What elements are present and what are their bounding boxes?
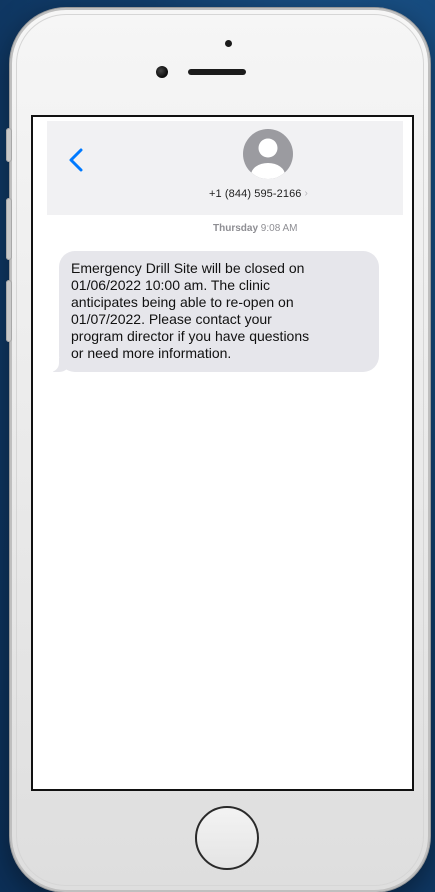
phone-frame: +1 (844) 595-2166 › Thursday 9:08 AM Eme… xyxy=(6,8,430,892)
message-line: Emergency Drill Site will be closed on xyxy=(71,260,305,276)
message-timestamp: Thursday 9:08 AM xyxy=(213,223,298,234)
message-line: 01/06/2022 10:00 am. The clinic xyxy=(71,277,270,293)
messages-screen: +1 (844) 595-2166 › Thursday 9:08 AM Eme… xyxy=(31,115,414,791)
volume-down-button xyxy=(6,280,12,342)
timestamp-time: 9:08 AM xyxy=(260,223,298,234)
contact-phone-number: +1 (844) 595-2166 xyxy=(209,188,302,200)
chevron-right-icon: › xyxy=(304,188,308,199)
chevron-left-icon[interactable] xyxy=(67,147,85,173)
message-line: or need more information. xyxy=(71,345,232,361)
timestamp-day: Thursday xyxy=(213,223,259,234)
earpiece-speaker xyxy=(188,69,246,75)
home-button[interactable] xyxy=(195,806,259,870)
message-line: 01/07/2022. Please contact your xyxy=(71,311,272,327)
proximity-sensor xyxy=(225,40,232,47)
mute-switch xyxy=(6,128,12,162)
front-camera xyxy=(156,66,168,78)
volume-up-button xyxy=(6,198,12,260)
incoming-message-bubble[interactable]: Emergency Drill Site will be closed on 0… xyxy=(59,251,379,372)
conversation-header: +1 (844) 595-2166 › xyxy=(47,121,403,215)
message-line: anticipates being able to re-open on xyxy=(71,294,294,310)
message-line: program director if you have questions xyxy=(71,328,310,344)
person-icon[interactable] xyxy=(243,129,293,179)
contact-name-button[interactable]: +1 (844) 595-2166 › xyxy=(209,185,308,203)
message-row: Emergency Drill Site will be closed on 0… xyxy=(47,251,379,372)
